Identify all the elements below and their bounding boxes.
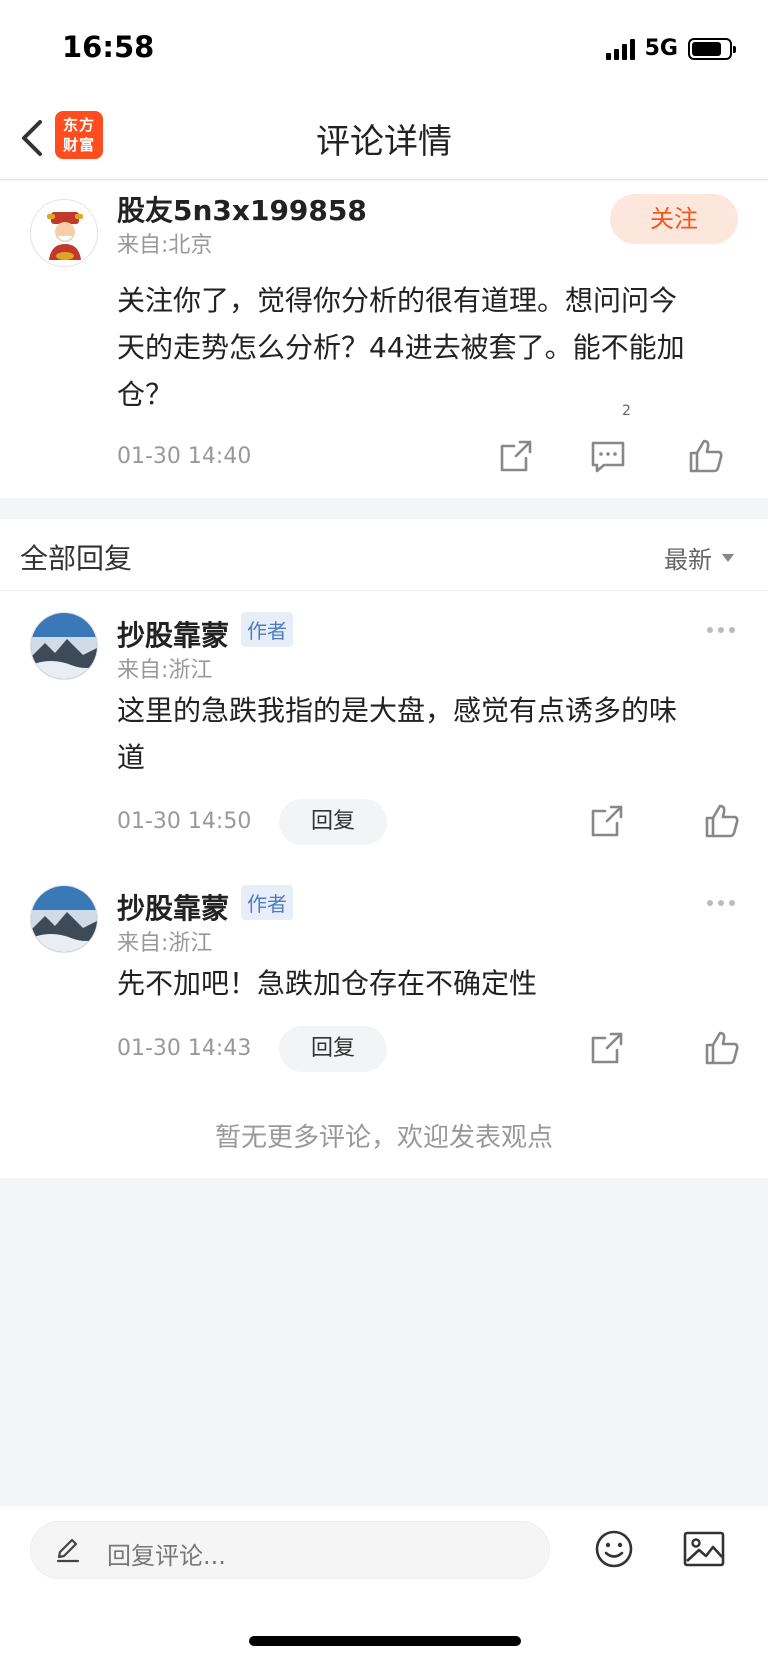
reply-line: 这里的急跌我指的是大盘，感觉有点诱多的味 xyxy=(117,694,678,727)
reply-line: 道 xyxy=(117,741,146,774)
comment-line: 仓？ xyxy=(117,378,174,411)
status-indicators: 5G xyxy=(605,36,736,61)
share-icon[interactable] xyxy=(496,436,536,476)
sort-label: 最新 xyxy=(664,546,712,574)
comment-line: 天的走势怎么分析？44进去被套了。能不能加 xyxy=(117,331,685,364)
comment-icon[interactable] xyxy=(588,436,628,476)
home-indicator[interactable] xyxy=(249,1636,521,1646)
location: 来自:北京 xyxy=(117,233,213,258)
pen-icon xyxy=(56,1538,80,1563)
comment-line: 关注你了，觉得你分析的很有道理。想问问今 xyxy=(117,284,678,317)
status-bar: 16:58 5G xyxy=(0,0,768,96)
username[interactable]: 股友5n3x199858 xyxy=(117,189,367,229)
username[interactable]: 抄股靠蒙 xyxy=(117,887,229,927)
emoji-icon[interactable] xyxy=(594,1529,634,1569)
main-comment: 股友5n3x199858 来自:北京 关注 关注你了，觉得你分析的很有道理。想问… xyxy=(0,181,768,498)
signal-icon xyxy=(605,38,635,60)
page-title: 评论详情 xyxy=(316,122,452,162)
reply-text: 先不加吧！急跌加仓存在不确定性 xyxy=(117,960,537,1007)
status-time: 16:58 xyxy=(62,30,155,64)
author-tag: 作者 xyxy=(241,885,293,920)
image-icon[interactable] xyxy=(682,1530,726,1568)
more-icon[interactable] xyxy=(707,627,743,637)
reply-input[interactable]: 回复评论... xyxy=(30,1521,550,1579)
replies-section: 全部回复 最新 抄股靠蒙 作者 来自:浙江 这里的急跌我指的是大盘，感觉有点诱多… xyxy=(0,519,768,1178)
share-icon[interactable] xyxy=(587,1028,627,1068)
nav-bar: 东方 财富 评论详情 xyxy=(0,96,768,180)
comment-time: 01-30 14:40 xyxy=(117,444,252,469)
comment-text: 关注你了，觉得你分析的很有道理。想问问今 天的走势怎么分析？44进去被套了。能不… xyxy=(117,277,685,418)
mountain-avatar-icon xyxy=(31,886,97,952)
mountain-avatar-icon xyxy=(31,613,97,679)
author-tag: 作者 xyxy=(241,612,293,647)
fortune-god-avatar-icon xyxy=(31,200,97,266)
bottom-bar: 回复评论... xyxy=(0,1506,768,1663)
location: 来自:浙江 xyxy=(117,658,213,683)
reply-text: 这里的急跌我指的是大盘，感觉有点诱多的味 道 xyxy=(117,687,677,781)
username[interactable]: 抄股靠蒙 xyxy=(117,614,229,654)
avatar[interactable] xyxy=(30,612,98,680)
reply-time: 01-30 14:43 xyxy=(117,1036,252,1061)
reply-line: 先不加吧！急跌加仓存在不确定性 xyxy=(117,967,538,1000)
avatar[interactable] xyxy=(30,199,98,267)
location: 来自:浙江 xyxy=(117,931,213,956)
more-icon[interactable] xyxy=(707,900,743,910)
comment-count: 2 xyxy=(622,403,631,419)
avatar[interactable] xyxy=(30,885,98,953)
network-type: 5G xyxy=(644,36,678,61)
caret-down-icon xyxy=(722,553,734,562)
reply-button[interactable]: 回复 xyxy=(279,799,387,845)
reply-input-placeholder: 回复评论... xyxy=(107,1542,226,1570)
follow-button[interactable]: 关注 xyxy=(610,194,738,244)
replies-header: 全部回复 最新 xyxy=(0,519,768,591)
no-more-comments: 暂无更多评论，欢迎发表观点 xyxy=(214,1123,553,1153)
sort-dropdown[interactable]: 最新 xyxy=(664,540,734,575)
share-icon[interactable] xyxy=(587,801,627,841)
replies-title: 全部回复 xyxy=(20,542,133,575)
like-icon[interactable] xyxy=(702,1028,742,1068)
battery-icon xyxy=(688,37,736,60)
like-icon[interactable] xyxy=(702,801,742,841)
reply-button[interactable]: 回复 xyxy=(279,1026,387,1072)
reply-time: 01-30 14:50 xyxy=(117,809,252,834)
like-icon[interactable] xyxy=(686,436,726,476)
